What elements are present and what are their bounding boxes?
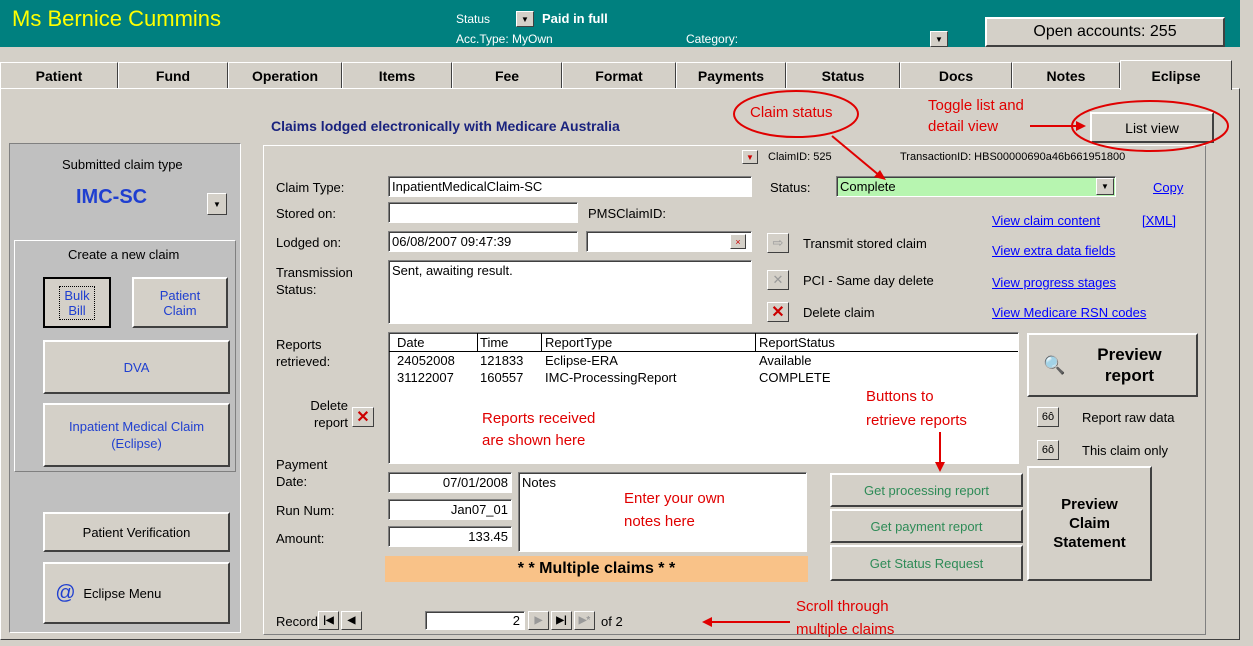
annotation-scroll-2: multiple claims (796, 621, 895, 638)
annotation-reports-1: Reports received (482, 410, 596, 427)
annotation-buttons-2: retrieve reports (866, 412, 967, 429)
arrow-head (1076, 121, 1086, 131)
arrow-line (831, 135, 881, 177)
tab-eclipse[interactable]: Eclipse (1120, 60, 1232, 90)
annotation-overlay (702, 90, 1229, 627)
annotation-toggle-2: detail view (928, 118, 999, 135)
annotation-toggle-1: Toggle list and (928, 97, 1024, 114)
annotation-claim-status: Claim status (750, 104, 833, 121)
annotation-notes-2: notes here (624, 513, 695, 530)
arrow-head (935, 462, 945, 472)
annotation-scroll-1: Scroll through (796, 598, 889, 615)
annotation-reports-2: are shown here (482, 432, 586, 449)
list-view-circle (1071, 100, 1229, 152)
annotation-notes-1: Enter your own (624, 490, 725, 507)
arrow-head (702, 617, 712, 627)
annotation-buttons-1: Buttons to (866, 388, 934, 405)
